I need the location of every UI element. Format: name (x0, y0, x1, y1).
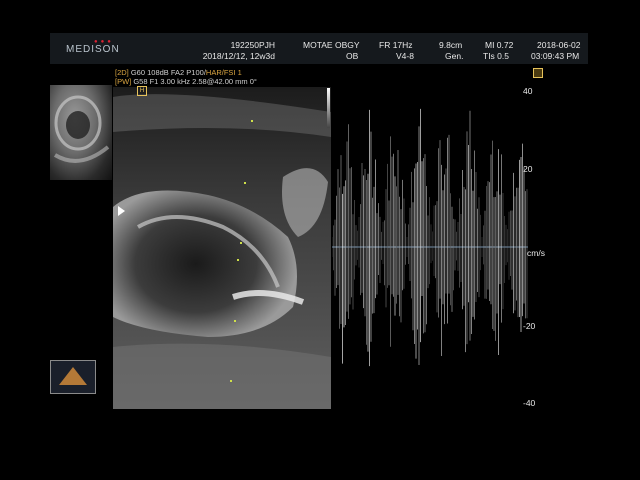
institution: MOTAE OBGY (303, 40, 360, 50)
gray-scale-bar (327, 88, 330, 128)
mode-line-2d: [2D] G60 108dB FA2 P100/HAR/FSI 1 (115, 68, 242, 77)
mi-index: MI 0.72 (485, 40, 514, 50)
scale-tick-neg40: -40 (523, 398, 536, 408)
sample-volume-marker-icon (533, 68, 543, 78)
reference-thumbnail[interactable] (50, 85, 112, 180)
gate-dot (237, 259, 239, 261)
gate-dot (251, 120, 253, 122)
thumbnail-image (53, 95, 110, 163)
probe-name: V4-8 (396, 51, 414, 61)
tis-index: TIs 0.5 (483, 51, 509, 61)
patient-id: 192250PJH (230, 40, 275, 50)
probe-icon[interactable] (50, 360, 96, 394)
scale-tick-20: 20 (523, 164, 533, 174)
gate-dot (234, 320, 236, 322)
left-pointer-icon (118, 206, 125, 216)
exam-time: 03:09:43 PM (531, 51, 580, 61)
header-bar: ●●● MEDISON 192250PJH 2018/12/12, 12w3d … (50, 33, 588, 64)
b-mode-image[interactable] (113, 87, 331, 409)
brand-logo: MEDISON (66, 44, 120, 55)
gate-dot (230, 380, 232, 382)
gate-dot (240, 242, 242, 244)
gen-preset: Gen. (445, 51, 464, 61)
exam-type: OB (346, 51, 359, 61)
h-marker-icon[interactable]: H (137, 86, 147, 96)
fetal-scan (113, 94, 331, 409)
depth: 9.8cm (439, 40, 463, 50)
mode-line-pw: [PW] G58 F1 3.00 kHz 2.58@42.00 mm 0° (115, 77, 257, 86)
lmp-ga: 2018/12/12, 12w3d (202, 51, 275, 61)
scale-tick-neg20: -20 (523, 321, 536, 331)
gate-dot (244, 182, 246, 184)
scale-unit: cm/s (527, 248, 545, 258)
doppler-spectrum[interactable] (332, 88, 528, 406)
spectral-waveform (332, 108, 528, 367)
frame-rate: FR 17Hz (379, 40, 413, 50)
exam-date: 2018-06-02 (537, 40, 581, 50)
scale-tick-40: 40 (523, 86, 533, 96)
